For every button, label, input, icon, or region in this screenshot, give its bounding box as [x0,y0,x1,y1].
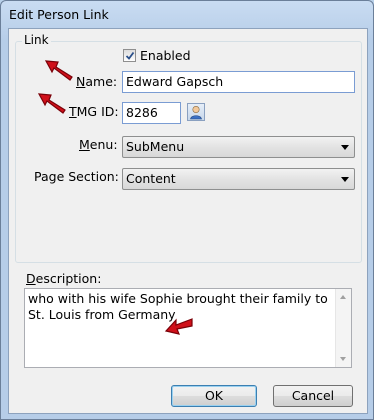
description-scrollbar[interactable] [335,289,351,367]
ok-button[interactable]: OK [171,385,257,407]
enabled-checkbox[interactable] [123,49,136,62]
red-arrow-icon [44,60,73,81]
description-label: Description: [26,271,102,286]
menu-label: Menu: [79,137,118,152]
chevron-down-icon [341,145,349,150]
title-bar[interactable]: Edit Person Link [1,1,373,28]
person-lookup-button[interactable] [187,103,205,121]
person-icon [190,105,202,120]
checkmark-icon [125,51,135,60]
menu-select-value: SubMenu [126,139,185,154]
scroll-down-icon[interactable] [340,357,346,361]
cancel-button[interactable]: Cancel [273,385,353,407]
page-section-select[interactable]: Content [122,168,355,190]
link-group-legend: Link [22,33,51,47]
enabled-label[interactable]: Enabled [140,48,191,63]
tmg-id-input[interactable]: 8286 [122,102,181,124]
red-arrow-icon [37,93,66,114]
dialog-client-area: Link Enabled Name: Edward Gapsch TMG ID:… [8,28,368,414]
red-arrow-icon [164,318,193,335]
tmg-id-label: TMG ID: [69,104,119,119]
name-label: Name: [76,74,118,89]
menu-select[interactable]: SubMenu [122,136,355,158]
page-section-select-value: Content [126,171,176,186]
page-section-label: Page Section: [34,169,119,184]
chevron-down-icon [341,177,349,182]
scroll-up-icon[interactable] [340,295,346,299]
dialog-window: Edit Person Link Link Enabled Name: Edwa… [0,0,374,420]
name-input[interactable]: Edward Gapsch [122,71,355,93]
window-title: Edit Person Link [9,7,109,22]
